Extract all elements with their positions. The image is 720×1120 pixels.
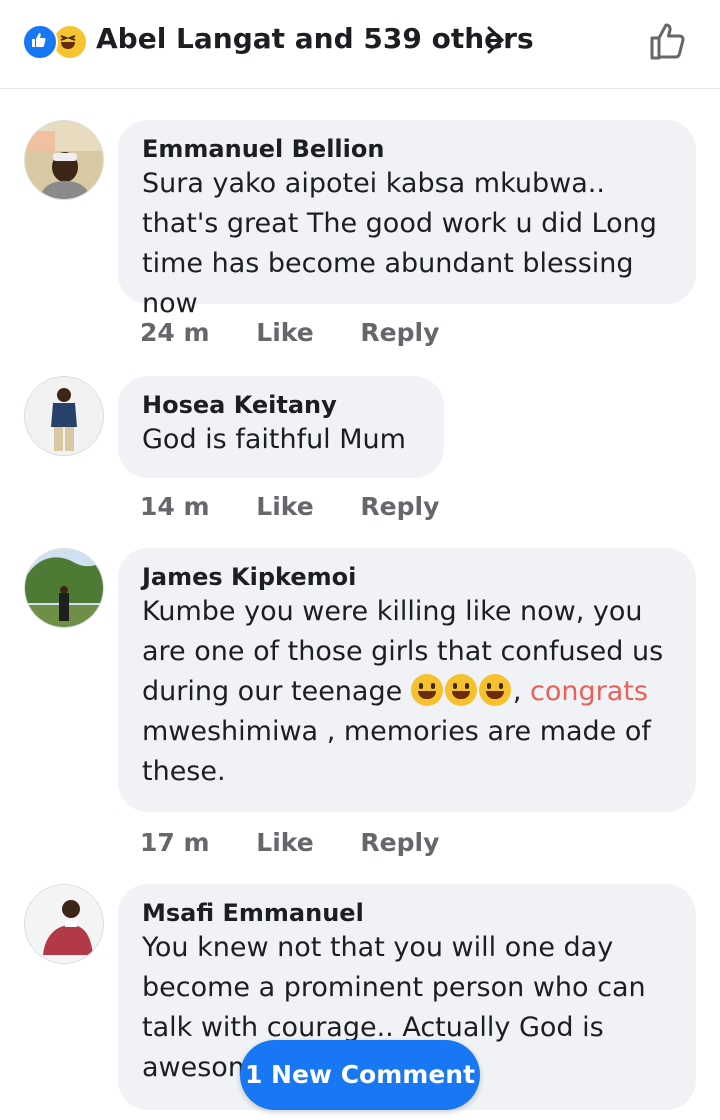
like-outline-icon[interactable] bbox=[644, 18, 690, 64]
comment-bubble[interactable]: Hosea Keitany God is faithful Mum bbox=[118, 376, 444, 478]
comment-bubble[interactable]: Emmanuel Bellion Sura yako aipotei kabsa… bbox=[118, 120, 696, 319]
comment-bubble[interactable]: James Kipkemoi Kumbe you were killing li… bbox=[118, 548, 696, 812]
comment-time: 24 m bbox=[140, 318, 210, 347]
comment-author[interactable]: James Kipkemoi bbox=[142, 562, 672, 592]
reactions-header[interactable]: Abel Langat and 539 others bbox=[0, 0, 720, 89]
reply-button[interactable]: Reply bbox=[360, 828, 439, 857]
like-icon bbox=[22, 24, 58, 60]
avatar[interactable] bbox=[24, 120, 104, 200]
avatar[interactable] bbox=[24, 548, 104, 628]
chevron-right-icon[interactable] bbox=[484, 22, 508, 58]
grinning-face-icon bbox=[410, 674, 443, 706]
comment-author[interactable]: Emmanuel Bellion bbox=[142, 134, 672, 164]
comment-author[interactable]: Msafi Emmanuel bbox=[142, 898, 672, 928]
like-button[interactable]: Like bbox=[256, 318, 313, 347]
grinning-face-icon bbox=[444, 674, 477, 706]
comment-text: Kumbe you were killing like now, you are… bbox=[142, 596, 672, 787]
new-comment-button[interactable]: 1 New Comment bbox=[240, 1040, 480, 1110]
comment-time: 14 m bbox=[140, 492, 210, 521]
comment-text: Sura yako aipotei kabsa mkubwa.. that's … bbox=[142, 168, 657, 319]
reply-button[interactable]: Reply bbox=[360, 492, 439, 521]
comment-author[interactable]: Hosea Keitany bbox=[142, 390, 420, 420]
comment-actions: 14 m Like Reply bbox=[140, 492, 477, 521]
grinning-face-icon bbox=[478, 674, 511, 706]
avatar[interactable] bbox=[24, 376, 104, 456]
reaction-summary[interactable]: Abel Langat and 539 others bbox=[96, 22, 534, 55]
comment-actions: 17 m Like Reply bbox=[140, 828, 477, 857]
reply-button[interactable]: Reply bbox=[360, 318, 439, 347]
hashtag-link[interactable]: congrats bbox=[530, 676, 648, 707]
comment-time: 17 m bbox=[140, 828, 210, 857]
like-button[interactable]: Like bbox=[256, 828, 313, 857]
comment-actions: 24 m Like Reply bbox=[140, 318, 477, 347]
comment-text: God is faithful Mum bbox=[142, 424, 406, 455]
reaction-icons bbox=[22, 24, 90, 60]
like-button[interactable]: Like bbox=[256, 492, 313, 521]
clipped-previous-text bbox=[140, 84, 400, 92]
avatar[interactable] bbox=[24, 884, 104, 964]
